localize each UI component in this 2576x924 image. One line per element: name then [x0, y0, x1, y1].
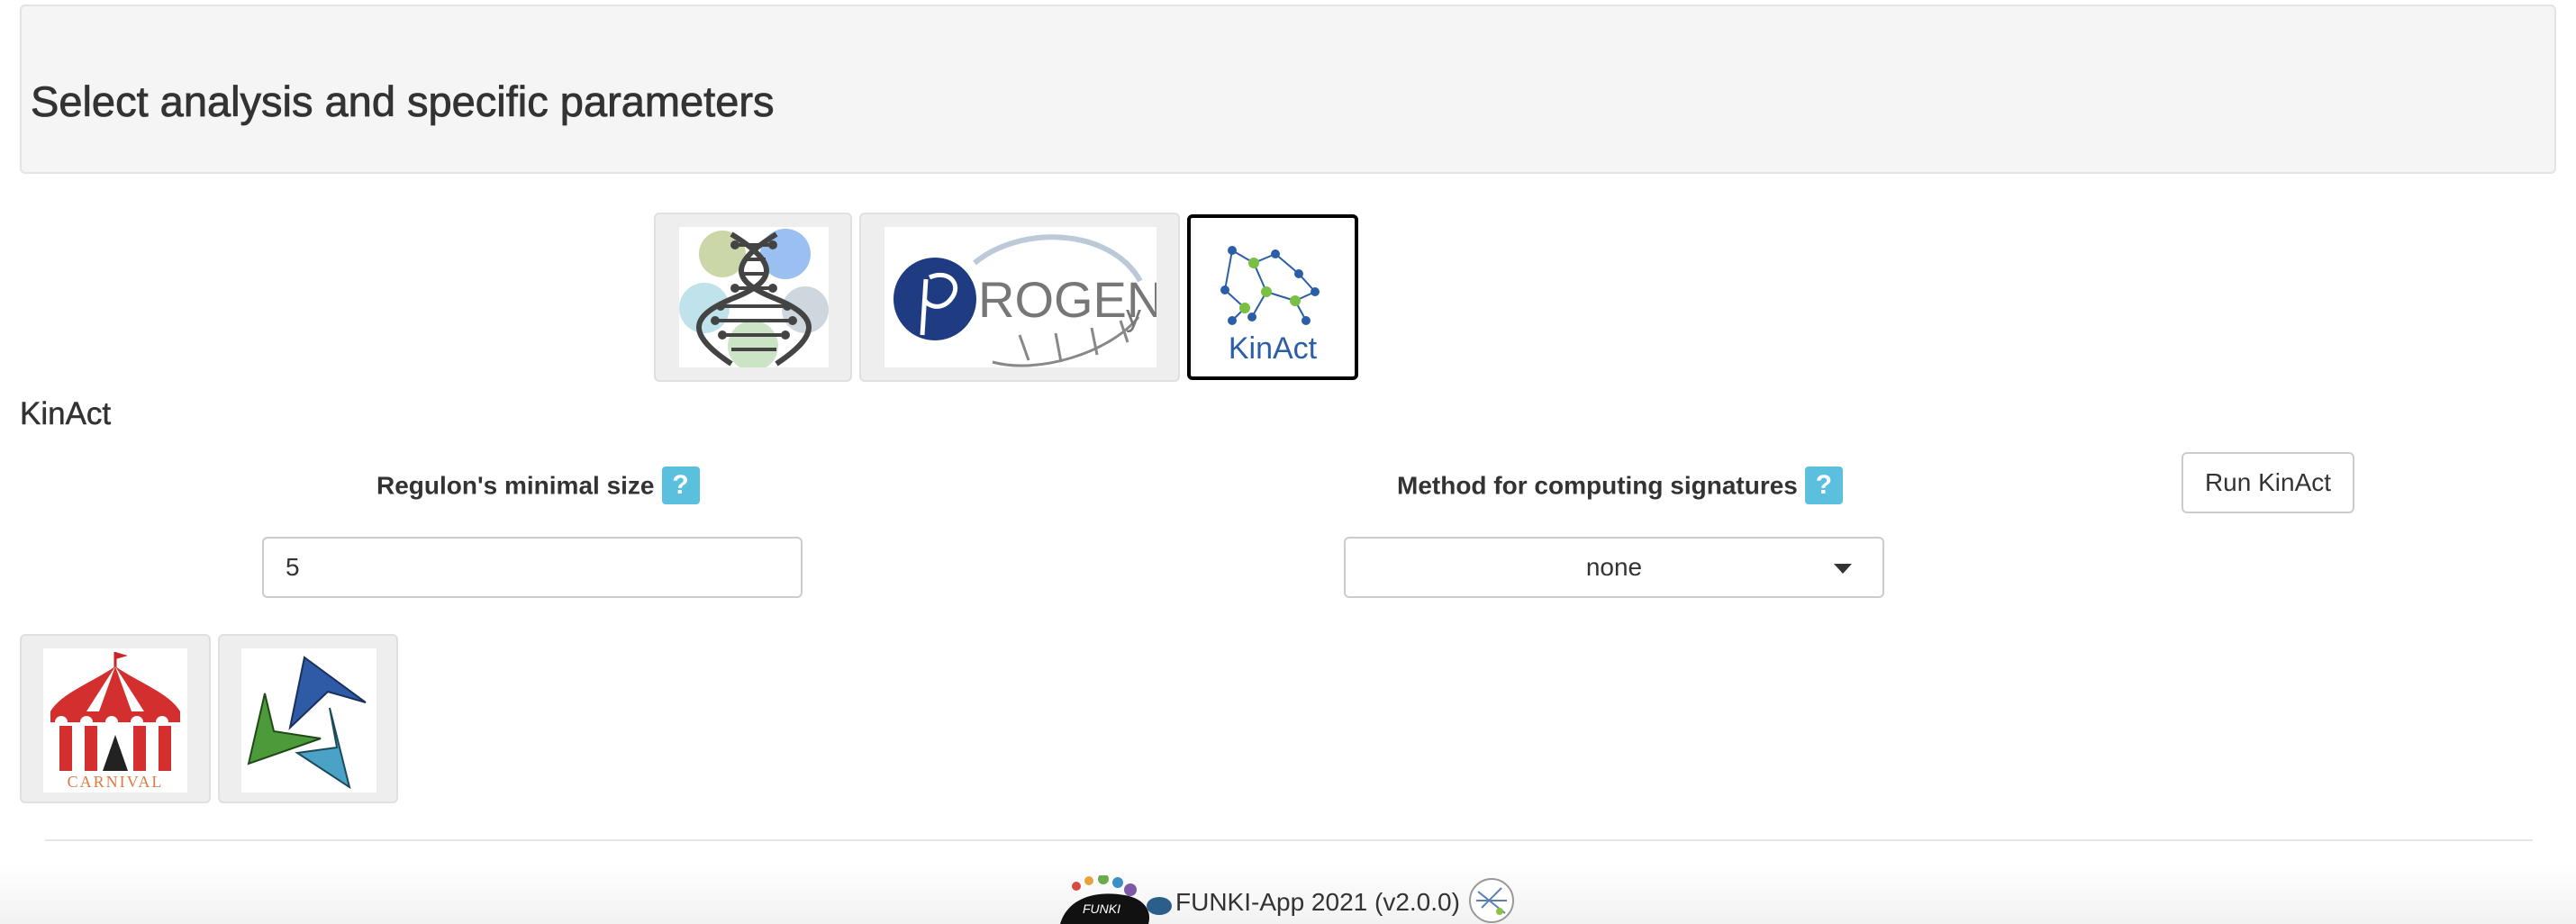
footer-divider — [45, 839, 2533, 841]
cosmos-arrows-icon — [241, 648, 376, 793]
regulon-label-group: Regulon's minimal size? — [376, 467, 700, 506]
dna-icon — [679, 227, 829, 367]
question-icon[interactable]: ? — [1804, 467, 1843, 504]
caret-down-icon — [1834, 564, 1852, 574]
carnival-tent-icon: CARNIVAL — [43, 648, 187, 793]
progeny-logo-sub: y — [1126, 299, 1141, 333]
carnival-button[interactable]: CARNIVAL — [20, 634, 211, 803]
progeny-button[interactable]: ROGEN y — [859, 213, 1180, 382]
question-icon[interactable]: ? — [661, 467, 700, 504]
carnival-logo-text: CARNIVAL — [68, 773, 164, 791]
institute-logo-icon — [1469, 878, 1514, 923]
funki-logo-text: FUNKI — [1083, 901, 1120, 916]
method-select[interactable]: none — [1344, 537, 1884, 598]
method-select-value: none — [1585, 553, 1643, 581]
funki-logo: FUNKI — [1060, 875, 1172, 924]
section-title: KinAct — [20, 396, 112, 432]
footer-text: FUNKI-App 2021 (v2.0.0) — [1175, 888, 1460, 916]
dorothea-button[interactable] — [654, 213, 852, 382]
regulon-label: Regulon's minimal size — [376, 471, 655, 500]
run-kinact-button[interactable]: Run KinAct — [2181, 452, 2354, 513]
method-label: Method for computing signatures — [1397, 471, 1798, 500]
page-title: Select analysis and specific parameters — [31, 77, 775, 126]
progeny-logo: ROGEN y — [884, 227, 1156, 367]
header-panel: Select analysis and specific parameters — [20, 5, 2556, 174]
regulon-min-size-input[interactable] — [262, 537, 803, 598]
kinact-button[interactable]: KinAct — [1187, 214, 1358, 380]
cosmos-button[interactable] — [218, 634, 398, 803]
method-label-group: Method for computing signatures? — [1397, 467, 1843, 506]
kinact-logo-text: KinAct — [1229, 331, 1318, 366]
kinact-logo: KinAct — [1205, 227, 1340, 367]
